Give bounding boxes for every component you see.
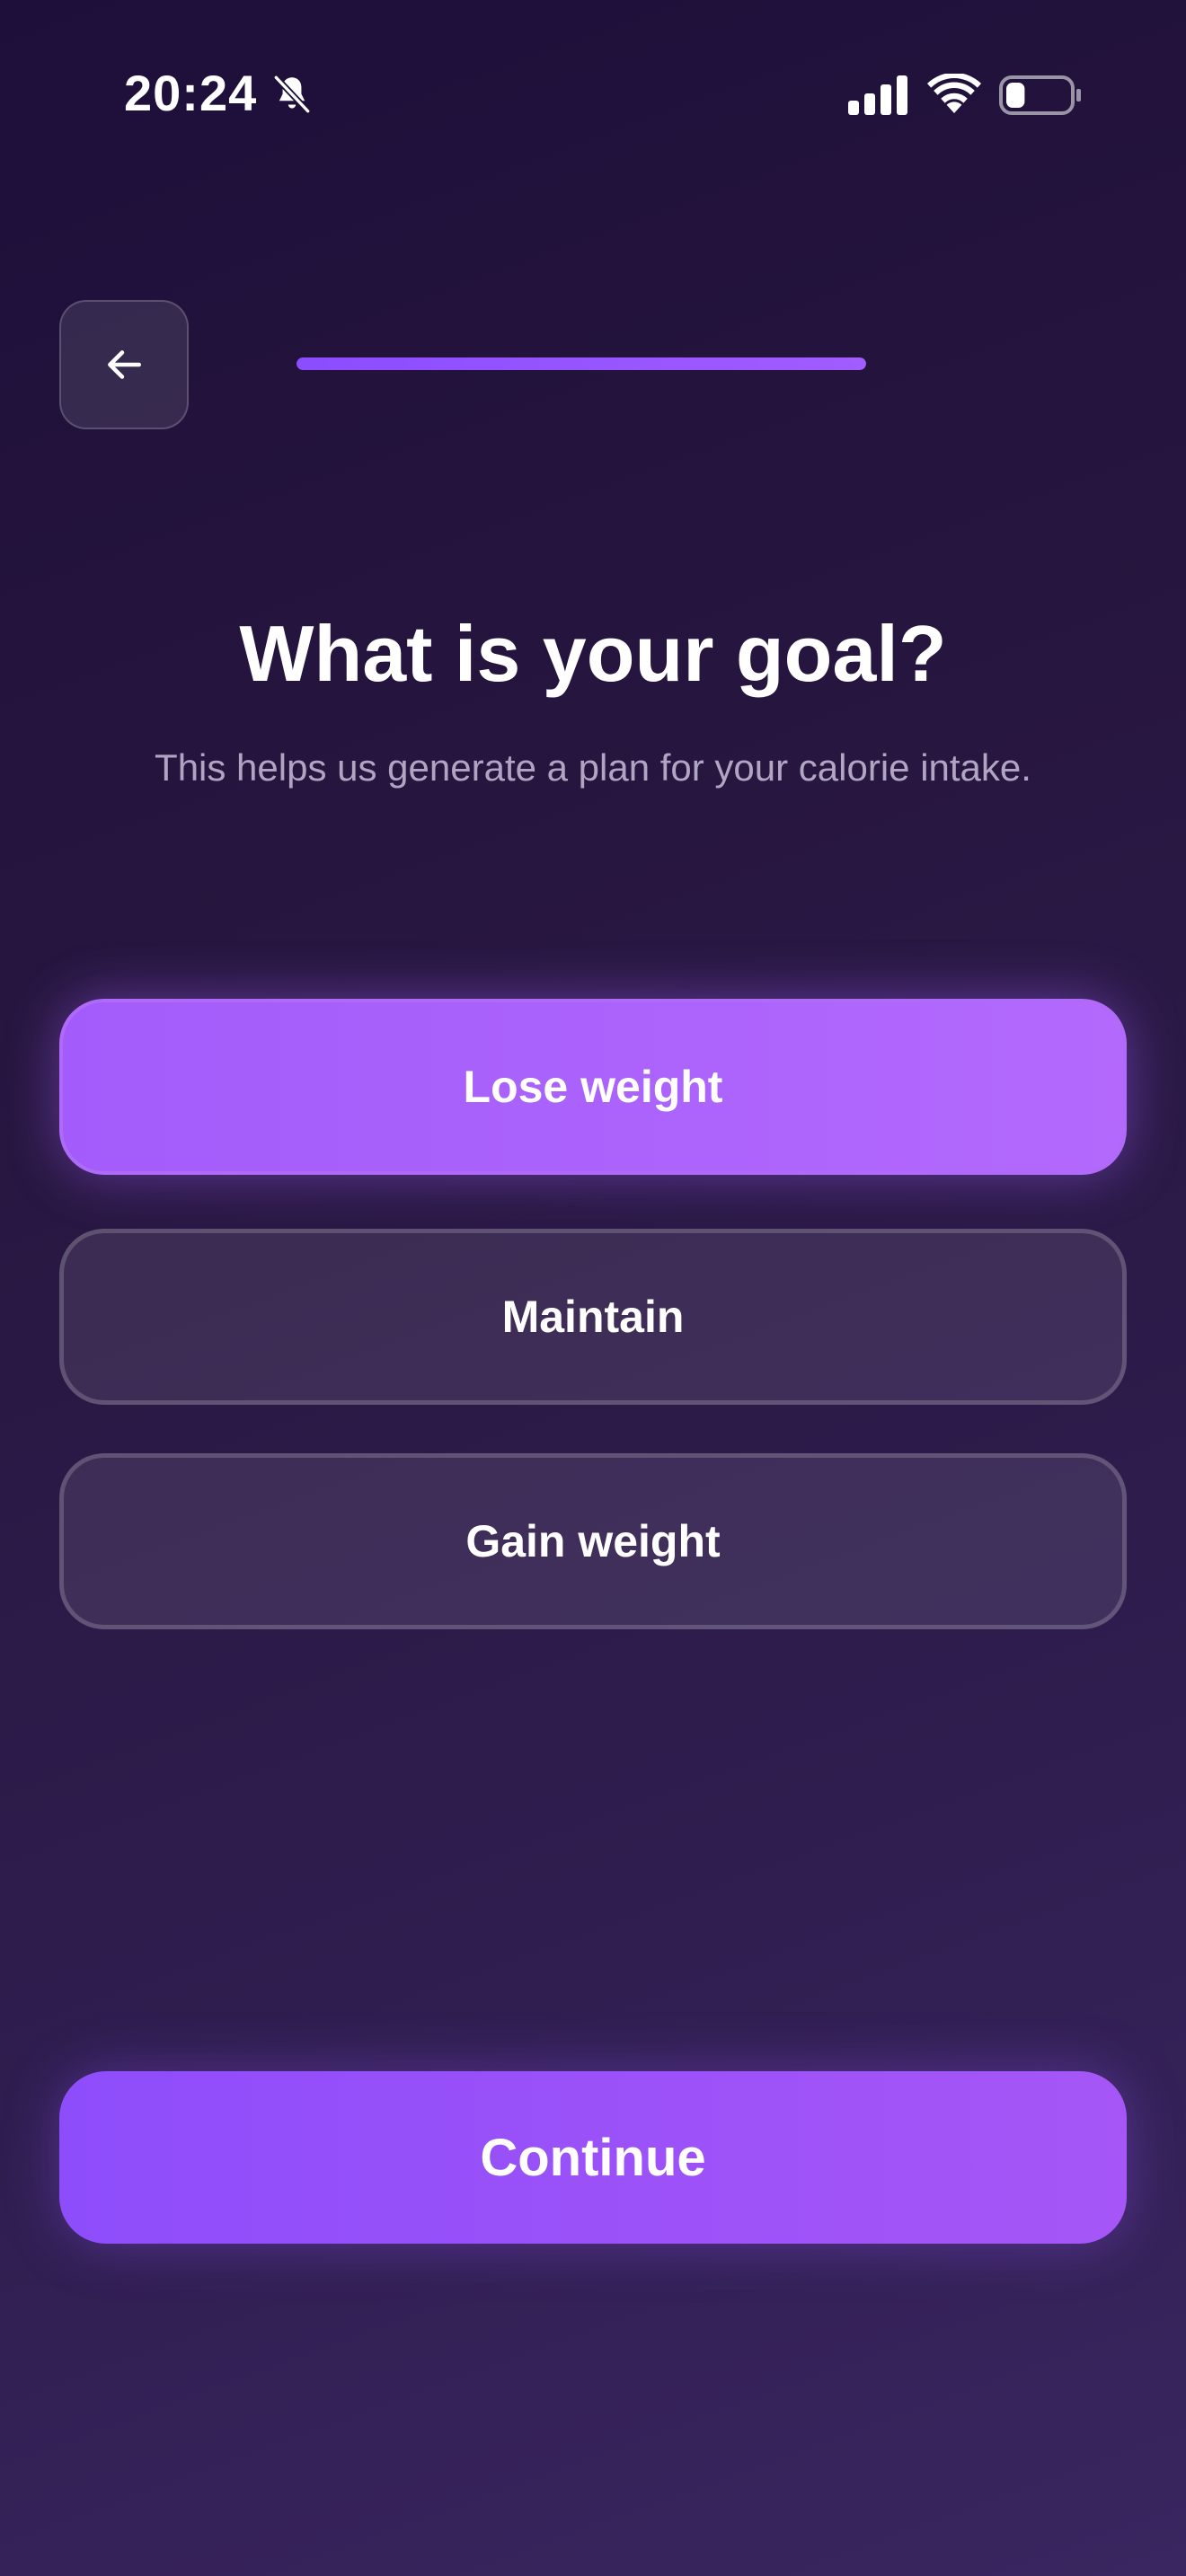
arrow-left-icon — [108, 350, 141, 379]
goal-option-maintain[interactable]: Maintain — [59, 1229, 1127, 1405]
goal-option-label: Maintain — [501, 1292, 685, 1342]
goal-option-label: Gain weight — [465, 1516, 721, 1566]
page-title: What is your goal? — [239, 609, 947, 698]
battery-icon — [999, 75, 1081, 115]
continue-button[interactable]: Continue — [59, 2071, 1127, 2244]
goal-option-gain-weight[interactable]: Gain weight — [59, 1453, 1127, 1629]
wifi-icon — [927, 74, 981, 113]
goal-option-lose-weight[interactable]: Lose weight — [59, 999, 1127, 1175]
onboarding-progress-bar — [296, 357, 866, 370]
cellular-signal-icon — [848, 75, 907, 115]
continue-button-label: Continue — [480, 2128, 706, 2187]
back-button[interactable] — [59, 300, 189, 429]
status-time: 20:24 — [124, 65, 258, 121]
status-bar: 20:24 — [0, 0, 1186, 180]
goal-option-label: Lose weight — [463, 1062, 723, 1112]
bell-slash-icon — [272, 74, 312, 115]
page-subtitle: This helps us generate a plan for your c… — [155, 746, 1031, 789]
onboarding-progress-fill — [296, 357, 866, 370]
